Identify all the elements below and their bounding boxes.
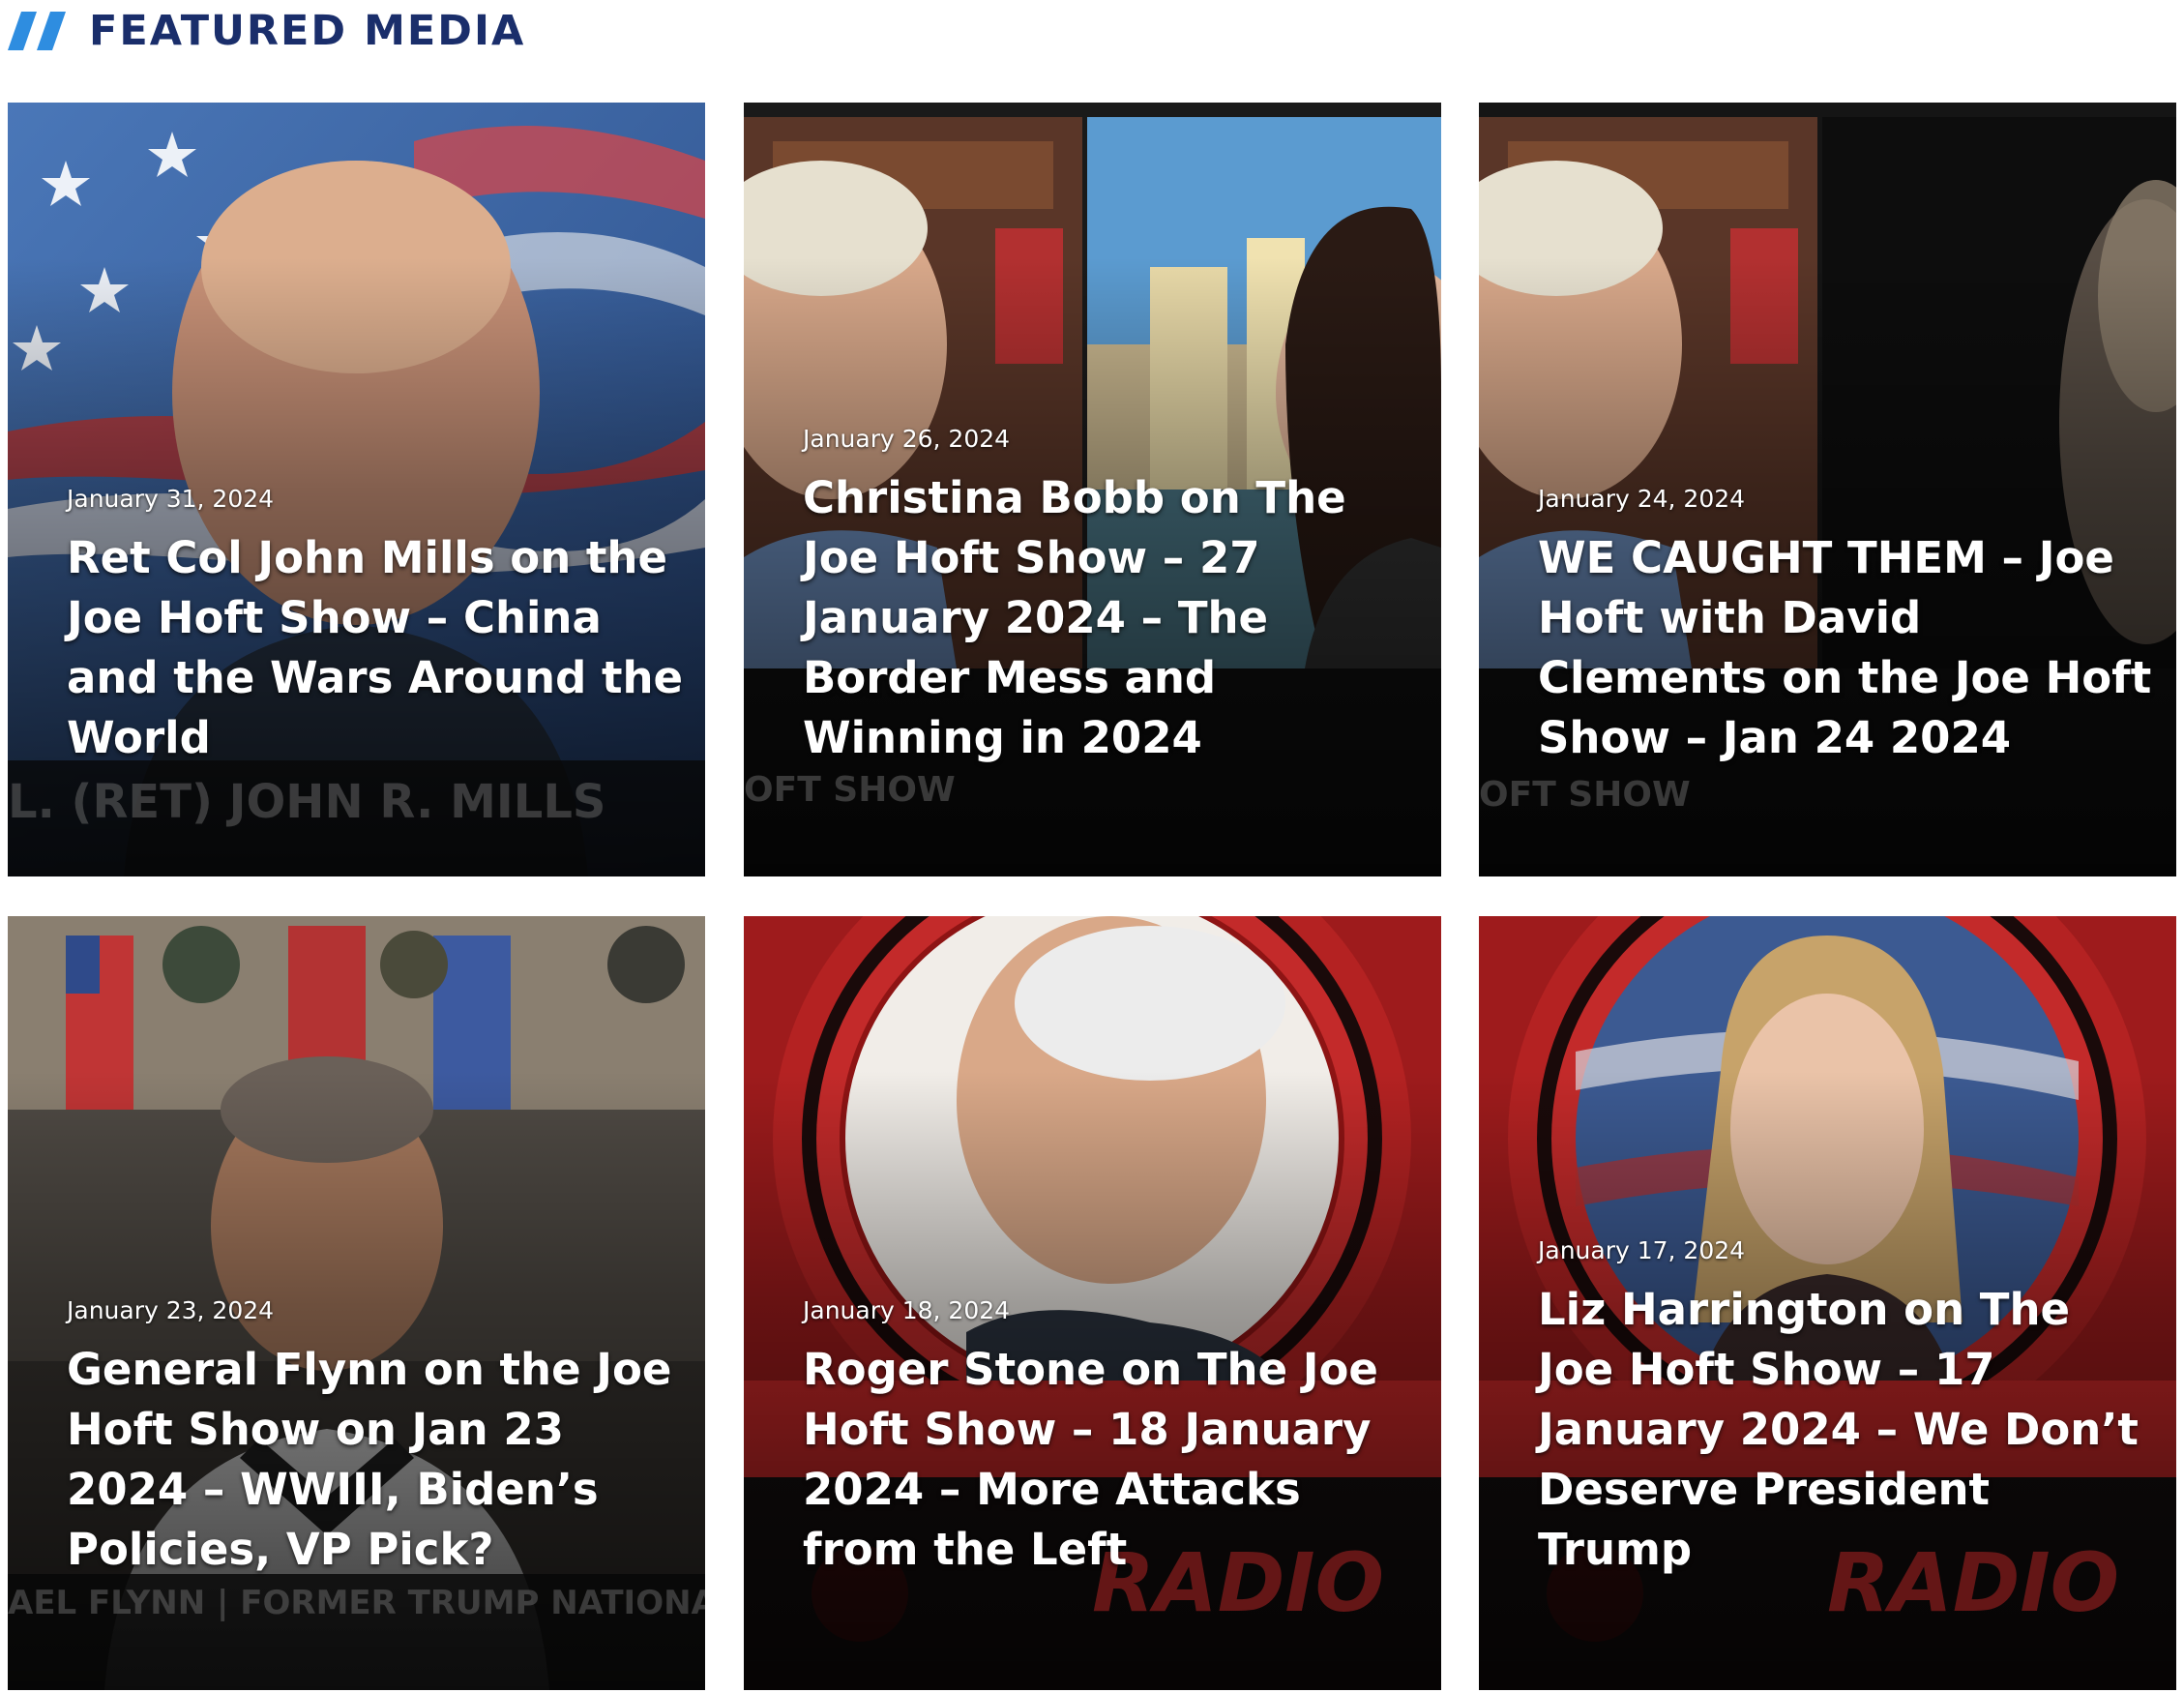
media-card[interactable]: L. (RET) JOHN R. MILLS January 31, 2024 … [8,103,705,876]
card-title[interactable]: WE CAUGHT THEM – Joe Hoft with David Cle… [1538,528,2157,768]
section-header: FEATURED MEDIA [8,0,525,62]
card-info: January 23, 2024 General Flynn on the Jo… [67,1296,686,1580]
card-title[interactable]: Liz Harrington on The Joe Hoft Show – 17… [1538,1280,2157,1580]
card-date: January 23, 2024 [67,1296,275,1324]
card-info: January 18, 2024 Roger Stone on The Joe … [803,1296,1422,1580]
card-title[interactable]: General Flynn on the Joe Hoft Show on Ja… [67,1340,686,1580]
card-title[interactable]: Roger Stone on The Joe Hoft Show – 18 Ja… [803,1340,1422,1580]
card-info: January 31, 2024 Ret Col John Mills on t… [67,485,686,768]
card-date: January 31, 2024 [67,485,275,513]
card-title[interactable]: Christina Bobb on The Joe Hoft Show – 27… [803,468,1422,768]
double-slash-icon [8,12,66,50]
media-card[interactable]: RADIO January 18, 2024 Roger Stone on Th… [744,916,1441,1690]
thumbnail-caption: OFT SHOW [1479,775,1691,815]
card-info: January 26, 2024 Christina Bobb on The J… [803,425,1422,768]
card-date: January 18, 2024 [803,1296,1011,1324]
thumbnail-caption: L. (RET) JOHN R. MILLS [8,775,606,829]
media-card[interactable]: OFT SHOW January 26, 2024 Christina Bobb… [744,103,1441,876]
media-card[interactable]: AEL FLYNN | FORMER TRUMP NATIONAL SEC Ja… [8,916,705,1690]
card-info: January 17, 2024 Liz Harrington on The J… [1538,1236,2157,1580]
section-title: FEATURED MEDIA [89,6,526,55]
media-card[interactable]: OFT SHOW January 24, 2024 WE CAUGHT THEM… [1479,103,2176,876]
card-date: January 26, 2024 [803,425,1011,453]
featured-media-section: FEATURED MEDIA L. (RET) JOHN R. MILLS Ja… [0,0,2184,1693]
thumbnail-caption: AEL FLYNN | FORMER TRUMP NATIONAL SEC [8,1584,705,1622]
card-date: January 17, 2024 [1538,1236,1746,1264]
card-info: January 24, 2024 WE CAUGHT THEM – Joe Ho… [1538,485,2157,768]
card-title[interactable]: Ret Col John Mills on the Joe Hoft Show … [67,528,686,768]
card-date: January 24, 2024 [1538,485,1746,513]
thumbnail-caption: OFT SHOW [744,770,956,810]
media-card[interactable]: RADIO January 17, 2024 Liz Harrington on… [1479,916,2176,1690]
